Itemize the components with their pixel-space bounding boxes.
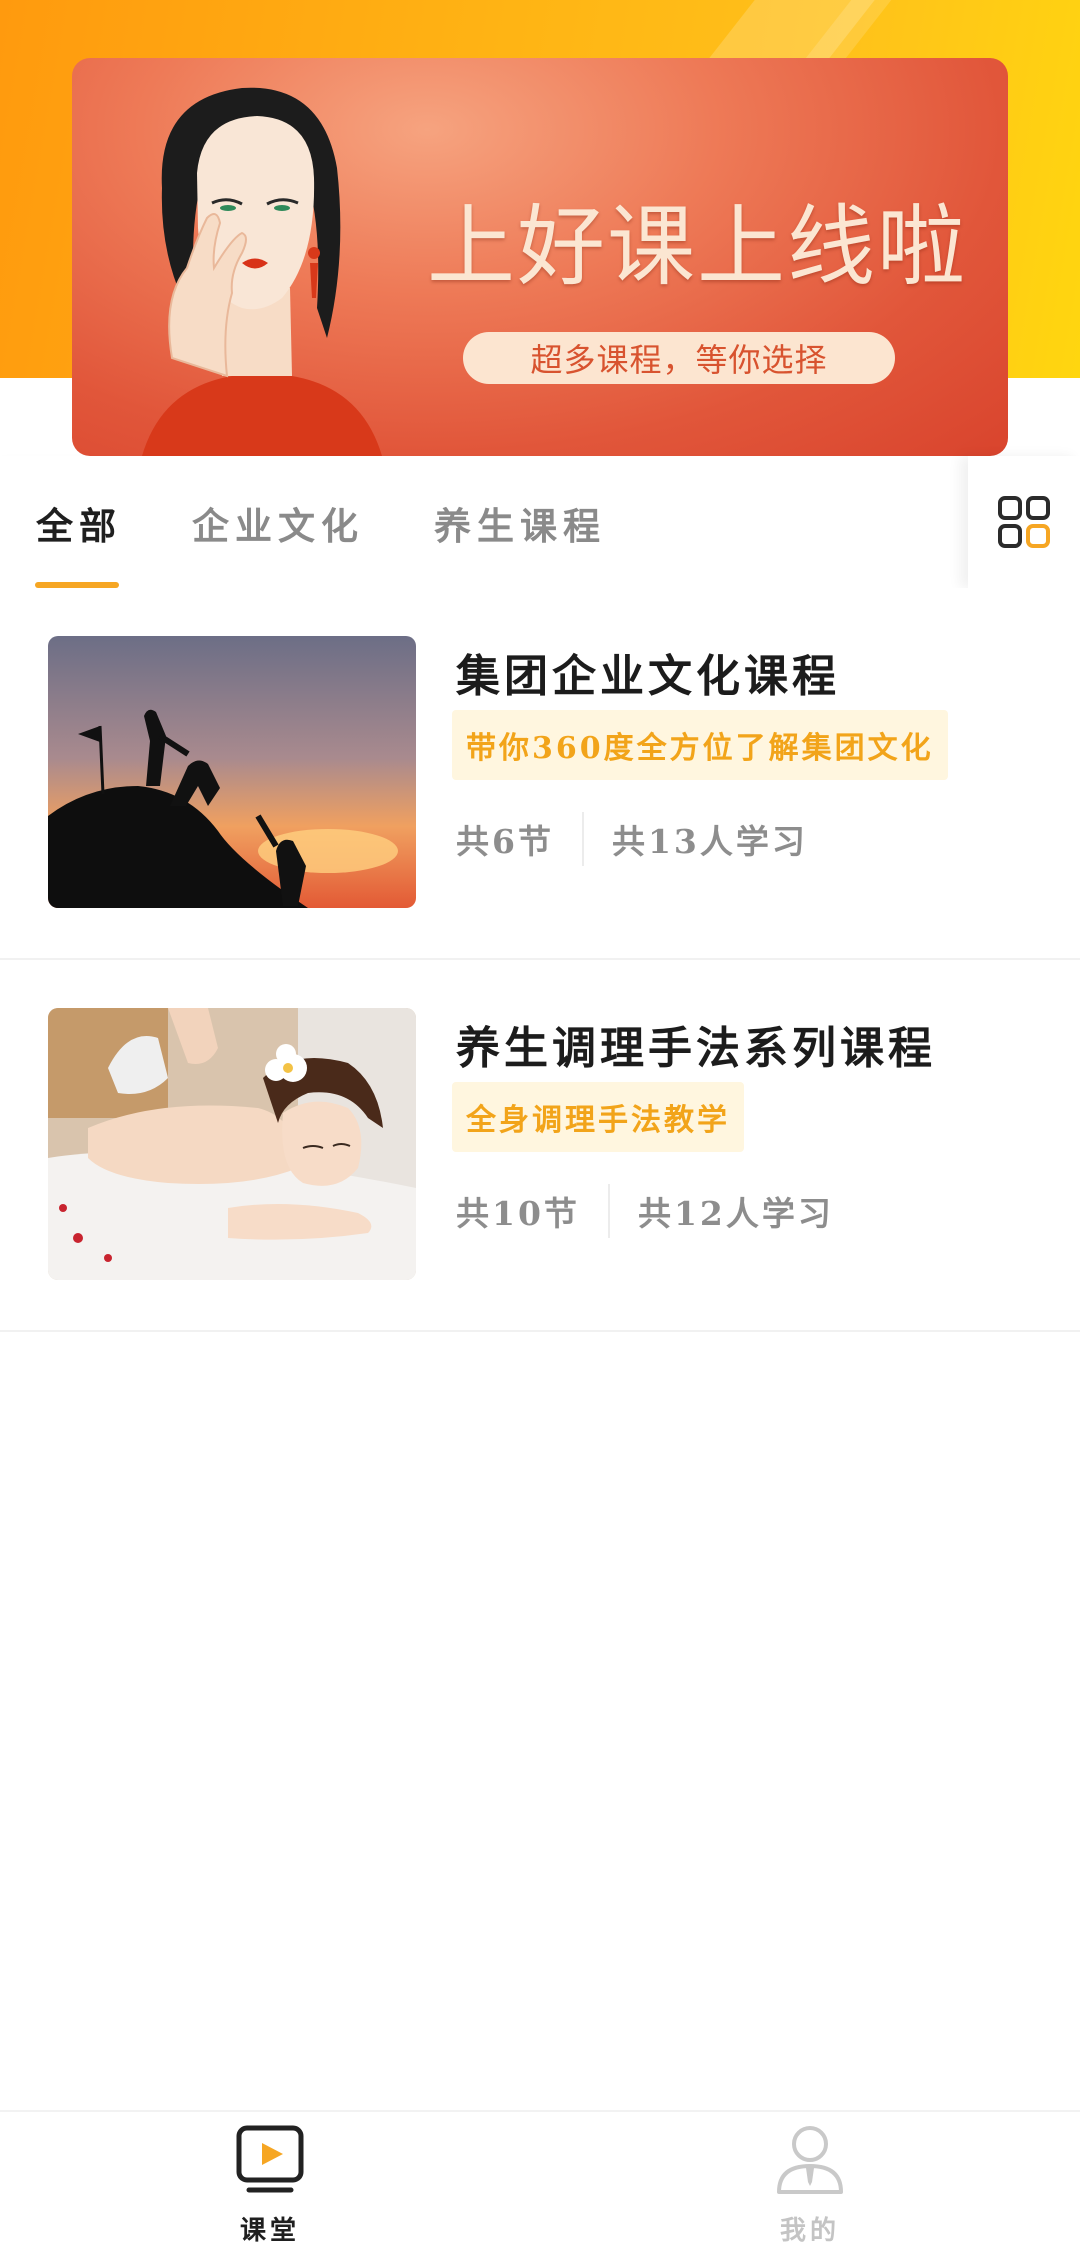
course-thumbnail bbox=[48, 636, 416, 908]
course-section-count: 共10节 bbox=[456, 1194, 580, 1233]
course-title: 集团企业文化课程 bbox=[456, 651, 840, 702]
course-meta: 共6节 共13人学习 bbox=[456, 812, 808, 866]
course-learner-count: 共12人学习 bbox=[637, 1194, 834, 1233]
nav-profile[interactable]: 我的 bbox=[710, 2112, 910, 2247]
course-title: 养生调理手法系列课程 bbox=[456, 1023, 936, 1074]
promo-banner[interactable]: 上好课上线啦 超多课程，等你选择 bbox=[72, 58, 1008, 456]
banner-subtitle-pill: 超多课程，等你选择 bbox=[463, 332, 895, 384]
course-tag: 带你360度全方位了解集团文化 bbox=[452, 710, 948, 780]
grid-icon bbox=[998, 496, 1050, 548]
tab-corporate-culture[interactable]: 企业文化 bbox=[192, 496, 364, 550]
profile-icon bbox=[777, 2126, 843, 2194]
course-tag: 全身调理手法教学 bbox=[452, 1082, 744, 1152]
category-menu-button[interactable] bbox=[968, 456, 1080, 588]
banner-title: 上好课上线啦 bbox=[426, 195, 967, 298]
tab-wellness-courses[interactable]: 养生课程 bbox=[434, 496, 606, 550]
course-section-count: 共6节 bbox=[456, 822, 554, 861]
meta-divider bbox=[581, 812, 584, 866]
course-card[interactable]: 养生调理手法系列课程 全身调理手法教学 共10节 共12人学习 bbox=[0, 960, 1080, 1332]
nav-profile-label: 我的 bbox=[779, 2216, 840, 2246]
course-learner-count: 共13人学习 bbox=[611, 822, 808, 861]
meta-divider bbox=[607, 1184, 610, 1238]
category-tabs: 全部 企业文化 养生课程 bbox=[0, 456, 1080, 588]
course-meta: 共10节 共12人学习 bbox=[456, 1184, 834, 1238]
tab-all[interactable]: 全部 bbox=[36, 496, 122, 550]
classroom-play-icon bbox=[236, 2125, 304, 2193]
course-card[interactable]: 集团企业文化课程 带你360度全方位了解集团文化 共6节 共13人学习 bbox=[0, 588, 1080, 960]
course-thumbnail bbox=[48, 1008, 416, 1280]
banner-woman-illustration bbox=[142, 87, 382, 456]
bottom-navigation: 课堂 我的 bbox=[0, 2110, 1080, 2247]
nav-classroom[interactable]: 课堂 bbox=[170, 2112, 370, 2247]
nav-classroom-label: 课堂 bbox=[239, 2216, 300, 2246]
